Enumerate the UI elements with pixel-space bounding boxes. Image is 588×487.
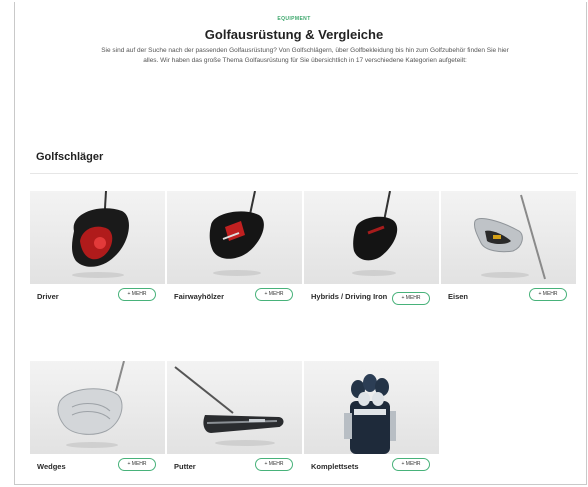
category-label: Putter <box>174 462 196 471</box>
category-label: Fairwayhölzer <box>174 292 225 301</box>
category-label: Komplettsets <box>311 462 359 471</box>
category-label: Hybrids / Driving Iron <box>311 292 388 301</box>
category-card-wedges[interactable]: Wedges + MEHR <box>30 361 165 486</box>
eyebrow-label: EQUIPMENT <box>277 16 311 22</box>
section-title: Golfschläger <box>36 151 104 163</box>
category-card-fairway[interactable]: Fairwayhölzer + MEHR <box>167 191 302 316</box>
more-button-hybrid[interactable]: + MEHR <box>392 292 430 305</box>
more-button-fairway[interactable]: + MEHR <box>255 288 293 301</box>
more-button-putter[interactable]: + MEHR <box>255 458 293 471</box>
more-button-wedges[interactable]: + MEHR <box>118 458 156 471</box>
more-button-iron[interactable]: + MEHR <box>529 288 567 301</box>
page-title: Golfausrüstung & Vergleiche <box>204 27 384 42</box>
putter-image <box>167 361 302 454</box>
more-button-complete-sets[interactable]: + MEHR <box>392 458 430 471</box>
category-label: Eisen <box>448 292 469 301</box>
intro-text: Sie sind auf der Suche nach der passende… <box>101 47 509 64</box>
category-label: Driver <box>37 292 59 301</box>
fairway-wood-image <box>167 191 302 284</box>
category-card-iron[interactable]: Eisen + MEHR <box>441 191 576 316</box>
more-button-driver[interactable]: + MEHR <box>118 288 156 301</box>
golf-bag-set-image <box>304 361 439 454</box>
category-card-putter[interactable]: Putter + MEHR <box>167 361 302 486</box>
driver-club-image <box>30 191 165 284</box>
iron-club-image <box>441 191 576 284</box>
wedge-club-image <box>30 361 165 454</box>
hybrid-club-image <box>304 191 439 284</box>
section-divider <box>30 173 578 174</box>
category-card-hybrid[interactable]: Hybrids / Driving Iron + MEHR <box>304 191 439 316</box>
category-label: Wedges <box>37 462 66 471</box>
category-card-complete-sets[interactable]: Komplettsets + MEHR <box>304 361 439 486</box>
category-card-driver[interactable]: Driver + MEHR <box>30 191 165 316</box>
